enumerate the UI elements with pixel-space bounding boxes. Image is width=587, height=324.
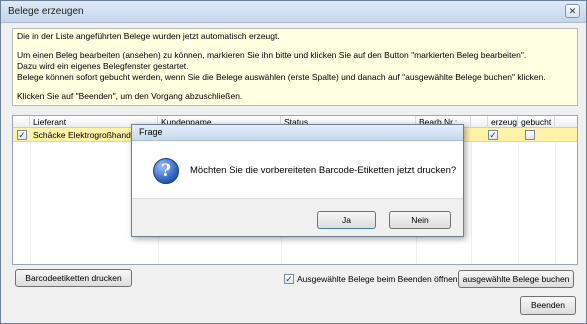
belege-erzeugen-window: Belege erzeugen ✕ Die in der Liste angef…	[0, 0, 587, 324]
title-bar: Belege erzeugen ✕	[1, 1, 586, 23]
question-icon: ?	[153, 158, 179, 184]
no-button[interactable]: Nein	[389, 211, 451, 229]
erzeugt-checkbox[interactable]: ✓	[488, 130, 498, 140]
exit-button[interactable]: Beenden	[520, 296, 576, 315]
close-button[interactable]: ✕	[565, 4, 580, 18]
row-select-checkbox[interactable]: ✓	[17, 130, 27, 140]
dialog-message: Möchten Sie die vorbereiteten Barcode-Et…	[190, 165, 457, 176]
window-title: Belege erzeugen	[8, 6, 84, 17]
info-panel: Die in der Liste angeführten Belege wurd…	[12, 28, 578, 106]
book-selected-button[interactable]: ausgewählte Belege buchen	[458, 270, 574, 288]
info-line: Die in der Liste angeführten Belege wurd…	[17, 31, 280, 41]
grid-column-divider	[30, 142, 31, 264]
open-on-exit-label[interactable]: Ausgewählte Belege beim Beenden öffnen	[297, 274, 458, 284]
grid-column-divider	[555, 142, 556, 264]
info-line: Um einen Beleg bearbeiten (ansehen) zu k…	[17, 50, 527, 60]
column-header-select[interactable]	[13, 116, 30, 128]
dialog-title-bar: Frage	[132, 125, 463, 141]
grid-column-divider	[471, 142, 472, 264]
column-header-gebucht[interactable]: gebucht	[518, 116, 555, 128]
question-dialog: Frage ? Möchten Sie die vorbereiteten Ba…	[131, 124, 464, 237]
dialog-button-bar: Ja Nein	[132, 198, 463, 236]
info-line: Dazu wird ein eigenes Belegfenster gesta…	[17, 61, 189, 71]
info-line: Klicken Sie auf "Beenden", um den Vorgan…	[17, 91, 243, 101]
yes-button[interactable]: Ja	[317, 211, 376, 229]
column-header-filter[interactable]	[471, 116, 488, 128]
barcode-print-button[interactable]: Barcodeetiketten drucken	[15, 269, 132, 287]
gebucht-checkbox[interactable]	[525, 130, 535, 140]
open-on-exit-checkbox[interactable]: ✓	[284, 274, 294, 284]
info-line: Belege können sofort gebucht werden, wen…	[17, 72, 546, 82]
grid-column-divider	[518, 142, 519, 264]
column-header-erzeugt[interactable]: erzeugt	[488, 116, 518, 128]
dialog-title: Frage	[139, 127, 163, 137]
